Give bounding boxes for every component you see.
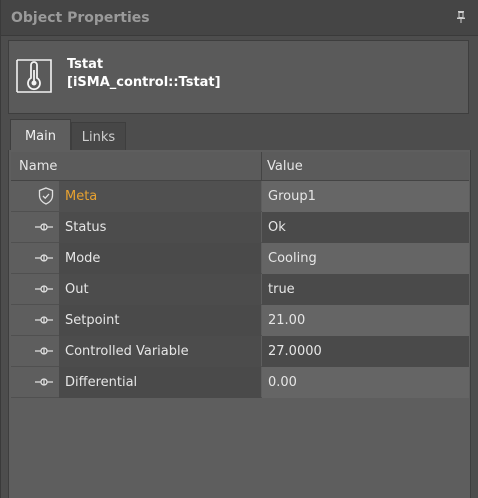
shield-icon — [38, 187, 54, 205]
column-divider[interactable] — [261, 152, 262, 181]
column-header-value[interactable]: Value — [267, 159, 303, 174]
property-label: Status — [65, 220, 107, 235]
property-row-differential[interactable]: Differential 0.00 — [11, 367, 469, 398]
property-label: Differential — [65, 375, 138, 390]
object-properties-panel: Object Properties Tstat [iSMA_control::T… — [0, 0, 478, 498]
property-value[interactable]: Group1 — [268, 189, 316, 204]
property-value[interactable]: true — [268, 282, 295, 297]
property-value[interactable]: 21.00 — [268, 313, 305, 328]
property-value[interactable]: Ok — [268, 220, 286, 235]
slot-icon — [35, 347, 53, 355]
thermometer-icon — [16, 59, 52, 93]
property-value[interactable]: 0.00 — [268, 375, 297, 390]
grid-header: Name Value — [11, 152, 469, 181]
property-label: Mode — [65, 251, 101, 266]
property-row-mode[interactable]: Mode Cooling — [11, 243, 469, 274]
property-label: Out — [65, 282, 89, 297]
property-value[interactable]: Cooling — [268, 251, 317, 266]
slot-icon — [35, 316, 53, 324]
slot-icon — [35, 378, 53, 386]
property-row-setpoint[interactable]: Setpoint 21.00 — [11, 305, 469, 336]
pin-icon[interactable] — [457, 11, 465, 23]
panel-title: Object Properties — [11, 10, 150, 26]
tab-links[interactable]: Links — [71, 122, 126, 151]
property-value[interactable]: 27.0000 — [268, 344, 322, 359]
property-row-controlled-variable[interactable]: Controlled Variable 27.0000 — [11, 336, 469, 367]
tab-main[interactable]: Main — [10, 119, 71, 151]
slot-icon — [35, 254, 53, 262]
property-row-status[interactable]: Status Ok — [11, 212, 469, 243]
object-header: Tstat [iSMA_control::Tstat] — [8, 40, 469, 114]
property-grid: Name Value Meta Group1 Status Ok Mode Co… — [11, 152, 469, 398]
column-header-name[interactable]: Name — [19, 159, 57, 174]
property-name-cell — [59, 274, 261, 305]
property-value-cell[interactable] — [262, 212, 469, 243]
object-type: [iSMA_control::Tstat] — [67, 75, 221, 90]
panel-titlebar: Object Properties — [1, 0, 478, 36]
object-name: Tstat — [67, 57, 104, 72]
property-label: Meta — [65, 189, 98, 204]
property-label: Setpoint — [65, 313, 120, 328]
property-row-meta[interactable]: Meta Group1 — [11, 181, 469, 212]
tab-content: Name Value Meta Group1 Status Ok Mode Co… — [8, 150, 471, 498]
property-row-out[interactable]: Out true — [11, 274, 469, 305]
slot-icon — [35, 285, 53, 293]
slot-icon — [35, 223, 53, 231]
property-label: Controlled Variable — [65, 344, 189, 359]
